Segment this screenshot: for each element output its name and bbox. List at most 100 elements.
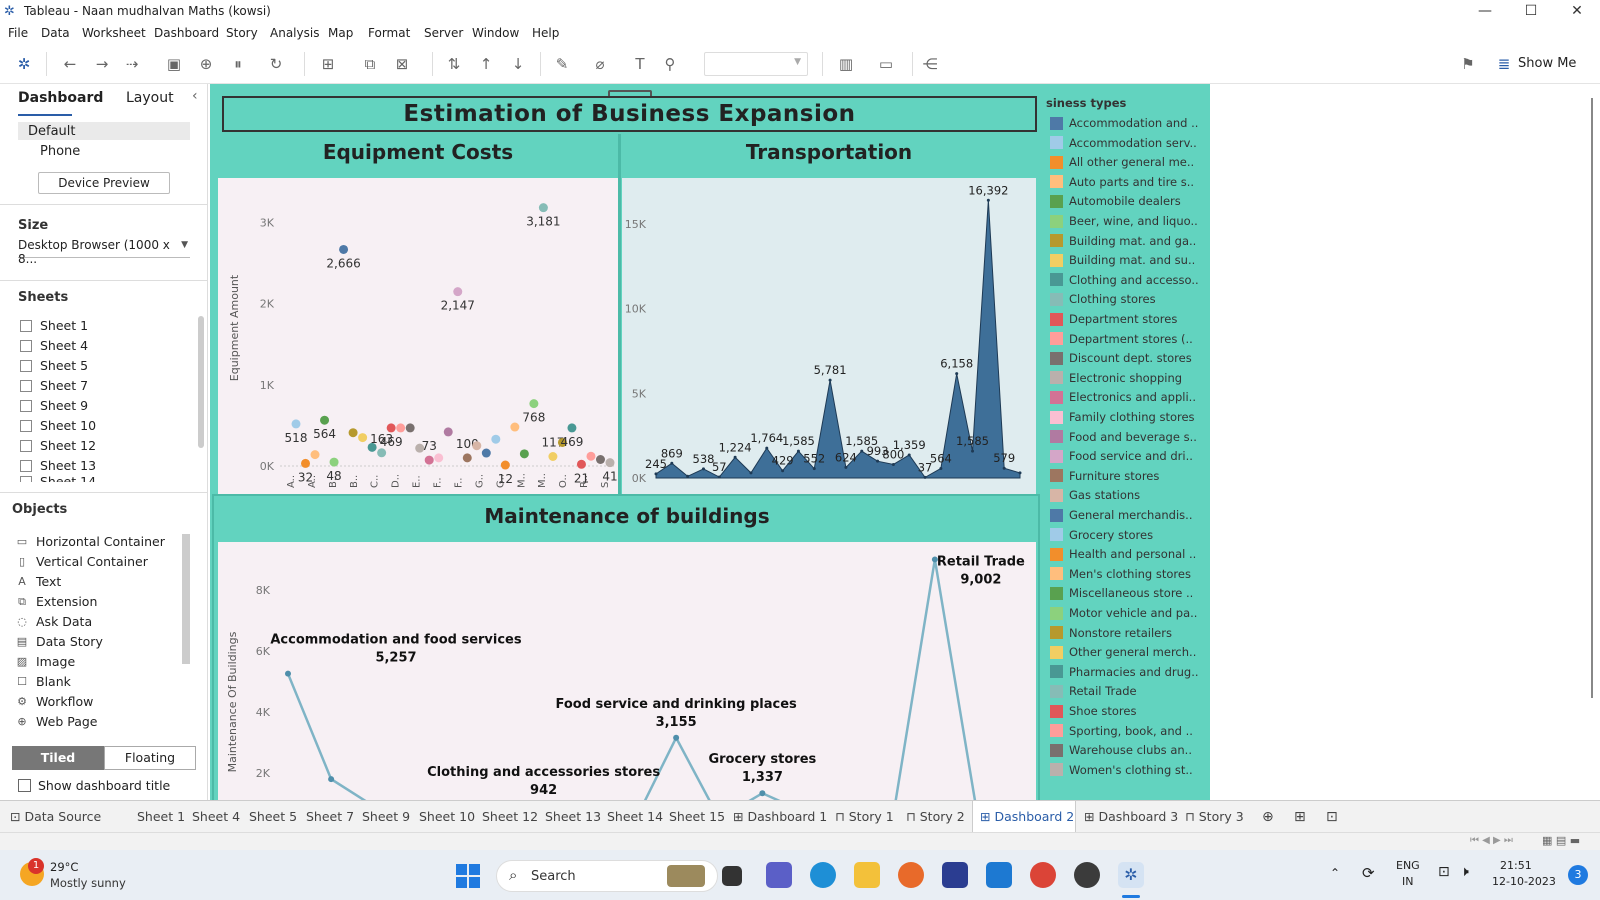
replay-icon[interactable]: ⇢ [122,54,142,74]
tab-dashboard-2[interactable]: ⊞ Dashboard 2 [980,809,1074,824]
equipment-chart[interactable]: Equipment Amount 0K 1K 2K 3K 518 32 564 48 2,666 1… [218,178,618,494]
sheet-item[interactable]: Sheet 7 [20,378,88,393]
legend-item[interactable]: Accommodation serv.. [1050,136,1197,150]
object-horizontal-container[interactable]: ▭ Horizontal Container [16,534,165,549]
object-workflow[interactable]: ⚙ Workflow [16,694,93,709]
show-title-checkbox[interactable] [18,779,31,792]
legend-item[interactable]: Automobile dealers [1050,194,1181,208]
lang-eng[interactable]: ENG [1396,859,1420,872]
tab-data-source[interactable]: ⊡ Data Source [10,809,101,824]
maximize-button[interactable]: ☐ [1508,0,1554,24]
chrome-icon[interactable] [1030,862,1056,888]
tab-sheet-10[interactable]: Sheet 10 [419,809,475,824]
tab-layout[interactable]: Layout [126,90,174,106]
sheet-item[interactable]: Sheet 12 [20,438,96,453]
legend-item[interactable]: Health and personal .. [1050,547,1196,561]
redo-icon[interactable]: → [92,54,112,74]
label-icon[interactable]: T [630,54,650,74]
notification-badge[interactable]: 3 [1568,865,1588,885]
object-image[interactable]: ▨ Image [16,654,75,669]
legend-item[interactable]: All other general me.. [1050,155,1194,169]
tableau-start-icon[interactable]: ✲ [14,54,34,74]
object-vertical-container[interactable]: ▯ Vertical Container [16,554,148,569]
legend-item[interactable]: Building mat. and ga.. [1050,234,1196,248]
legend-item[interactable]: Gas stations [1050,488,1140,502]
tab-sheet-4[interactable]: Sheet 4 [192,809,240,824]
sort-desc-icon[interactable]: ↓ [508,54,528,74]
sync-icon[interactable]: ⟳ [1362,864,1375,882]
tab-sheet-14[interactable]: Sheet 14 [607,809,663,824]
save-icon[interactable]: ▣ [164,54,184,74]
object-extension[interactable]: ⧉ Extension [16,594,97,609]
legend-item[interactable]: Department stores (.. [1050,332,1193,346]
new-worksheet-icon[interactable]: ⊕ [1262,809,1274,825]
legend-item[interactable]: Clothing stores [1050,292,1156,306]
pause-updates-icon[interactable]: ⏸ [228,54,248,74]
object-ask-data[interactable]: ◌ Ask Data [16,614,92,629]
tab-story-1[interactable]: ⊓ Story 1 [835,809,894,824]
menu-format[interactable]: Format [368,26,410,40]
sheet-item[interactable]: Sheet 5 [20,358,88,373]
collapse-icon[interactable]: ‹ [192,88,198,104]
store-icon[interactable] [942,862,968,888]
legend-item[interactable]: Shoe stores [1050,704,1136,718]
fit-dropdown[interactable]: ▼ [704,52,808,76]
tab-sheet-5[interactable]: Sheet 5 [249,809,297,824]
volume-icon[interactable]: 🕨 [1460,864,1469,880]
legend-item[interactable]: General merchandis.. [1050,508,1192,522]
tab-sheet-9[interactable]: Sheet 9 [362,809,410,824]
menu-server[interactable]: Server [424,26,463,40]
tab-sheet-7[interactable]: Sheet 7 [306,809,354,824]
clock-date[interactable]: 12-10-2023 [1492,875,1556,888]
network-icon[interactable]: ⊡ [1438,864,1450,880]
pin-icon[interactable]: ⚲ [660,54,680,74]
new-sheet-icon[interactable]: ⊞ [318,54,338,74]
menu-map[interactable]: Map [328,26,353,40]
legend-item[interactable]: Warehouse clubs an.. [1050,743,1192,757]
device-phone[interactable]: Phone [40,144,80,159]
task-view-icon[interactable] [722,866,742,886]
show-me-button[interactable]: Show Me [1518,56,1576,71]
tab-sheet-12[interactable]: Sheet 12 [482,809,538,824]
menu-dashboard[interactable]: Dashboard [154,26,219,40]
transport-chart[interactable]: 0K 5K 10K 15K 245 869 538 57 1,224 1,764 429 1,585 5… [622,178,1036,494]
legend-item[interactable]: Clothing and accesso.. [1050,273,1199,287]
canvas-scrollbar[interactable] [1584,84,1600,800]
tab-sheet-13[interactable]: Sheet 13 [545,809,601,824]
tab-story-2[interactable]: ⊓ Story 2 [906,809,965,824]
legend-item[interactable]: Building mat. and su.. [1050,253,1195,267]
legend-item[interactable]: Men's clothing stores [1050,567,1191,581]
object-web-page[interactable]: ⊕ Web Page [16,714,97,729]
new-dashboard-icon[interactable]: ⊞ [1294,809,1306,825]
signpost-icon[interactable]: ⚑ [1458,54,1478,74]
tableau-taskbar-icon[interactable]: ✲ [1118,862,1144,888]
sheet-item[interactable]: Sheet 1 [20,318,88,333]
firefox-icon[interactable] [898,862,924,888]
legend-item[interactable]: Pharmacies and drug.. [1050,665,1199,679]
minimize-button[interactable]: — [1462,0,1508,24]
windows-start-icon[interactable] [456,864,480,888]
sort-asc-icon[interactable]: ↑ [476,54,496,74]
objects-scrollbar[interactable] [182,534,190,664]
edge-icon[interactable] [810,862,836,888]
media-icon[interactable] [1074,862,1100,888]
undo-icon[interactable]: ← [60,54,80,74]
legend-item[interactable]: Discount dept. stores [1050,351,1192,365]
attach-icon[interactable]: ⌀ [590,54,610,74]
share-icon[interactable]: ⋲ [920,54,940,74]
tab-dashboard-3[interactable]: ⊞ Dashboard 3 [1084,809,1178,824]
highlight-icon[interactable]: ✎ [552,54,572,74]
legend-item[interactable]: Food and beverage s.. [1050,430,1197,444]
legend-item[interactable]: Motor vehicle and pa.. [1050,606,1197,620]
legend-item[interactable]: Furniture stores [1050,469,1159,483]
show-cards-icon[interactable]: ▥ [836,54,856,74]
size-dropdown[interactable]: Desktop Browser (1000 x 8... ▼ [18,238,190,266]
device-default[interactable]: Default [28,124,76,139]
tab-dashboard-1[interactable]: ⊞ Dashboard 1 [733,809,827,824]
new-story-icon[interactable]: ⊡ [1326,809,1338,825]
sheet-item[interactable]: Sheet 10 [20,418,96,433]
sheets-scrollbar[interactable] [198,316,204,448]
legend-item[interactable]: Family clothing stores [1050,410,1195,424]
tab-dashboard[interactable]: Dashboard [18,90,103,106]
mail-icon[interactable] [986,862,1012,888]
